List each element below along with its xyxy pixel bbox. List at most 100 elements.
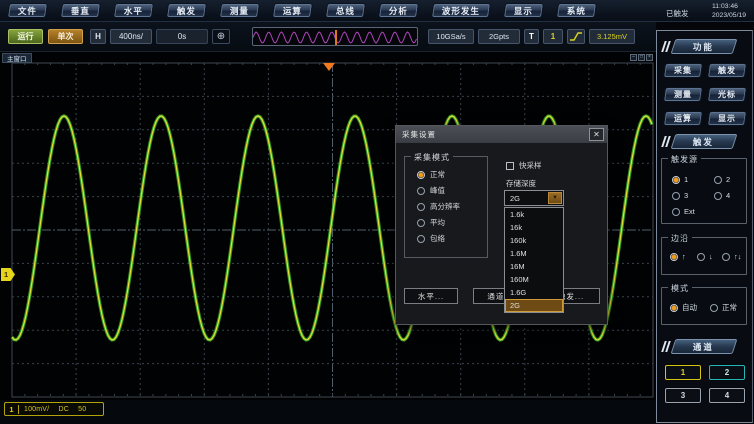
coupling: DC <box>58 406 69 413</box>
radio-icon <box>697 253 705 261</box>
channel-1-button[interactable]: 1 <box>665 365 701 380</box>
trigger-source-readout[interactable]: 1 <box>543 29 563 44</box>
single-button[interactable]: 单次 <box>48 29 83 44</box>
impedance: 50 <box>78 406 86 413</box>
sidebar-math-button[interactable]: 运算 <box>663 111 703 126</box>
trigger-source-group: 触发源 1 2 3 4 Ext <box>661 158 747 224</box>
mode-auto[interactable]: 自动 <box>670 302 697 313</box>
window-minimize-icon[interactable]: – <box>630 54 637 61</box>
sidebar-acquire-button[interactable]: 采集 <box>663 63 703 78</box>
menu-measure[interactable]: 测量 <box>219 3 260 18</box>
volts-per-div: 100mV/ <box>24 406 49 413</box>
trigger-level-readout[interactable]: 3.125mV <box>589 29 635 44</box>
mode-average-option[interactable]: 平均 <box>417 217 445 228</box>
window-close-icon[interactable]: × <box>646 54 653 61</box>
window-maximize-icon[interactable]: □ <box>638 54 645 61</box>
rising-edge-icon[interactable] <box>567 29 585 44</box>
trigger-indicator[interactable]: T <box>524 29 539 44</box>
menu-wavegen[interactable]: 波形发生 <box>431 3 491 18</box>
mode-normal-option[interactable]: 正常 <box>417 169 445 180</box>
window-controls: – □ × <box>630 54 653 61</box>
depth-option[interactable]: 1.6M <box>505 247 563 260</box>
dropdown-arrow-icon[interactable]: ▼ <box>548 192 562 204</box>
channel-section-header: 通道 <box>671 339 738 354</box>
memory-depth-readout: 2Gpts <box>478 29 520 44</box>
channel-3-button[interactable]: 3 <box>665 388 701 403</box>
trigger-source-ext[interactable]: Ext <box>672 207 695 216</box>
toolbar: 运行 单次 H 400ns/ 0s ⊕ 10GSa/s 2Gpts T 1 3.… <box>0 22 656 52</box>
menu-row: 文件 垂直 水平 触发 测量 运算 总线 分析 波形发生 显示 系统 <box>0 3 596 18</box>
edge-both[interactable]: ↑↓ <box>722 252 742 261</box>
menu-system[interactable]: 系统 <box>556 3 597 18</box>
radio-icon <box>672 176 680 184</box>
menu-bus[interactable]: 总线 <box>325 3 366 18</box>
edge-falling[interactable]: ↓ <box>697 252 713 261</box>
menu-file[interactable]: 文件 <box>7 3 48 18</box>
radio-icon <box>417 235 425 243</box>
right-sidebar: 功能 采集 触发 测量 光标 运算 显示 触发 触发源 1 2 3 4 Ext … <box>656 30 753 423</box>
mode-peak-option[interactable]: 峰值 <box>417 185 445 196</box>
memory-depth-select[interactable]: 2G ▼ <box>504 190 564 206</box>
depth-option[interactable]: 160k <box>505 234 563 247</box>
sidebar-cursor-button[interactable]: 光标 <box>707 87 747 102</box>
radio-icon <box>417 203 425 211</box>
memory-depth-dropdown: 1.6k 16k 160k 1.6M 16M 160M 1.6G 2G <box>504 207 564 313</box>
menu-trigger[interactable]: 触发 <box>166 3 207 18</box>
radio-icon <box>672 208 680 216</box>
radio-icon <box>722 253 730 261</box>
radio-icon <box>670 304 678 312</box>
sidebar-trigger-button[interactable]: 触发 <box>707 63 747 78</box>
menu-math[interactable]: 运算 <box>272 3 313 18</box>
radio-icon <box>714 192 722 200</box>
mode-envelope-option[interactable]: 包络 <box>417 233 445 244</box>
horizontal-settings-button[interactable]: 水平... <box>404 288 458 304</box>
zoom-in-icon[interactable]: ⊕ <box>212 29 230 44</box>
channel-4-button[interactable]: 4 <box>709 388 745 403</box>
window-title-tab: 主窗口 <box>2 53 32 63</box>
selected-depth: 2G <box>505 194 548 203</box>
menu-display[interactable]: 显示 <box>503 3 544 18</box>
waveform-preview <box>252 27 418 46</box>
acquisition-mode-group: 采集模式 正常 峰值 高分辨率 平均 包络 <box>404 156 488 258</box>
radio-icon <box>417 187 425 195</box>
menu-horizontal[interactable]: 水平 <box>113 3 154 18</box>
sidebar-measure-button[interactable]: 测量 <box>663 87 703 102</box>
checkbox-icon <box>506 162 514 170</box>
run-button[interactable]: 运行 <box>8 29 43 44</box>
header-decoration <box>661 341 667 352</box>
trigger-source-2[interactable]: 2 <box>714 175 730 184</box>
channel1-badge[interactable]: 1 100mV/ DC 50 <box>4 402 104 416</box>
depth-option[interactable]: 160M <box>505 273 563 286</box>
memory-depth-label: 存储深度 <box>506 178 536 189</box>
function-section-header: 功能 <box>671 39 738 54</box>
sidebar-display-button[interactable]: 显示 <box>707 111 747 126</box>
horizontal-indicator[interactable]: H <box>90 29 106 44</box>
channel-2-button[interactable]: 2 <box>709 365 745 380</box>
dialog-close-icon[interactable]: ✕ <box>589 128 604 141</box>
top-menu-bar: 文件 垂直 水平 触发 测量 运算 总线 分析 波形发生 显示 系统 已触发 1… <box>0 0 754 22</box>
trigger-source-4[interactable]: 4 <box>714 191 730 200</box>
dialog-title: 采集设置 <box>396 126 607 143</box>
depth-option[interactable]: 1.6G <box>505 286 563 299</box>
radio-icon <box>417 171 425 179</box>
edge-rising[interactable]: ↑ <box>670 252 686 261</box>
preview-position-marker[interactable] <box>335 30 337 45</box>
time: 11:03:46 <box>712 3 746 12</box>
trigger-source-3[interactable]: 3 <box>672 191 688 200</box>
mode-normal[interactable]: 正常 <box>710 302 737 313</box>
mode-hires-option[interactable]: 高分辨率 <box>417 201 460 212</box>
trigger-source-1[interactable]: 1 <box>672 175 688 184</box>
horizontal-position[interactable]: 0s <box>156 29 208 44</box>
edge-group: 边沿 ↑ ↓ ↑↓ <box>661 237 747 275</box>
trigger-status: 已触发 <box>666 8 689 19</box>
fast-sample-checkbox[interactable]: 快采样 <box>506 160 542 171</box>
depth-option[interactable]: 16M <box>505 260 563 273</box>
depth-option-selected[interactable]: 2G <box>505 299 563 312</box>
menu-analysis[interactable]: 分析 <box>378 3 419 18</box>
trigger-position-marker[interactable] <box>323 63 335 71</box>
depth-option[interactable]: 16k <box>505 221 563 234</box>
timebase-button[interactable]: 400ns/ <box>110 29 152 44</box>
radio-icon <box>710 304 718 312</box>
menu-vertical[interactable]: 垂直 <box>60 3 101 18</box>
depth-option[interactable]: 1.6k <box>505 208 563 221</box>
